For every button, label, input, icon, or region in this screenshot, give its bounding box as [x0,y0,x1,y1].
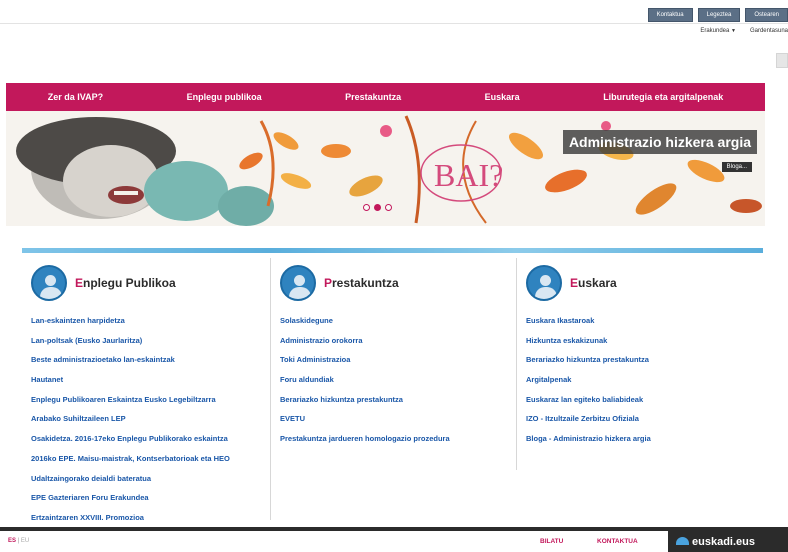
carousel-dot-active[interactable] [374,204,381,211]
list-item[interactable]: EPE Gazteriaren Foru Erakundea [31,488,269,508]
banner-title[interactable]: Administrazio hizkera argia [562,130,757,154]
column-header: Prestakuntza [280,260,515,306]
nav-item-about[interactable]: Zer da IVAP? [48,92,103,102]
column-title[interactable]: Prestakuntza [324,276,399,290]
column-title[interactable]: Euskara [570,276,617,290]
link-list: Euskara Ikastaroak Hizkuntza eskakizunak… [526,311,761,449]
column-header: Enplegu Publikoa [31,260,269,306]
link-list: Solaskidegune Administrazio orokorra Tok… [280,311,515,449]
carousel-dot[interactable] [363,204,370,211]
main-nav: Zer da IVAP? Enplegu publikoa Prestakunt… [6,83,765,111]
caret-down-icon: ▼ [731,28,736,34]
list-item[interactable]: Berariazko hizkuntza prestakuntza [280,390,515,410]
banner-word: BAI? [434,157,503,193]
link-list: Lan-eskaintzen harpidetza Lan-poltsak (E… [31,311,269,528]
nav-item-public-employment[interactable]: Enplegu publikoa [187,92,262,102]
search-link[interactable]: BILATU [540,538,563,545]
person-icon [280,265,316,301]
list-item[interactable]: Euskara Ikastaroak [526,311,761,331]
other-top-button[interactable]: Ostearen [745,8,788,22]
list-item[interactable]: 2016ko EPE. Maisu-maistrak, Kontserbator… [31,449,269,469]
lang-current[interactable]: ES [8,538,16,544]
list-item[interactable]: EVETU [280,409,515,429]
carousel-dots [363,204,392,211]
list-item[interactable]: Solaskidegune [280,311,515,331]
carousel-dot[interactable] [385,204,392,211]
column-header: Euskara [526,260,761,306]
organization-link[interactable]: Erakundea ▼ [700,28,736,34]
top-links: Erakundea ▼ Gardentasuna [700,28,788,34]
euskadi-logo-icon [676,537,689,545]
footer-bar: ES | EU BILATU KONTAKTUA euskadi.eus [0,531,788,552]
top-utility-buttons: Kontaktua Legeztea Ostearen [647,8,788,22]
person-icon [31,265,67,301]
nav-item-basque[interactable]: Euskara [485,92,520,102]
list-item[interactable]: Ertzaintzaren XXVIII. Promozioa [31,508,269,528]
list-item[interactable]: Foru aldundiak [280,370,515,390]
list-item[interactable]: Berariazko hizkuntza prestakuntza [526,350,761,370]
list-item[interactable]: Udaltzaingorako deialdi bateratua [31,469,269,489]
list-item[interactable]: Beste administrazioetako lan-eskaintzak [31,350,269,370]
list-item[interactable]: Prestakuntza jardueren homologazio proze… [280,429,515,449]
list-item[interactable]: Osakidetza. 2016-17eko Enplegu Publikora… [31,429,269,449]
column-divider [270,258,271,520]
column-title[interactable]: Enplegu Publikoa [75,276,176,290]
contact-link[interactable]: KONTAKTUA [597,538,638,545]
search-box-edge[interactable] [776,53,788,68]
column-divider [516,258,517,470]
list-item[interactable]: Hautanet [31,370,269,390]
nav-item-library[interactable]: Liburutegia eta argitalpenak [603,92,723,102]
hero-banner[interactable]: BAI? Administrazio hizkera argia Bloga..… [6,111,765,226]
list-item[interactable]: Toki Administrazioa [280,350,515,370]
banner-more-button[interactable]: Bloga... [721,162,752,172]
decorative-stripe [22,248,763,253]
top-divider [0,23,788,24]
column-basque: Euskara Euskara Ikastaroak Hizkuntza esk… [526,260,761,449]
list-item[interactable]: Arabako Suhiltzaileen LEP [31,409,269,429]
column-public-employment: Enplegu Publikoa Lan-eskaintzen harpidet… [31,260,269,528]
list-item[interactable]: Bloga - Administrazio hizkera argia [526,429,761,449]
euskadi-logo[interactable]: euskadi.eus [668,531,788,552]
nav-item-training[interactable]: Prestakuntza [345,92,401,102]
list-item[interactable]: Hizkuntza eskakizunak [526,331,761,351]
list-item[interactable]: Lan-poltsak (Eusko Jaurlaritza) [31,331,269,351]
lang-other[interactable]: EU [21,538,29,544]
list-item[interactable]: IZO - Itzultzaile Zerbitzu Ofiziala [526,409,761,429]
column-training: Prestakuntza Solaskidegune Administrazio… [280,260,515,449]
list-item[interactable]: Euskaraz lan egiteko baliabideak [526,390,761,410]
legal-top-button[interactable]: Legeztea [697,8,741,22]
list-item[interactable]: Lan-eskaintzen harpidetza [31,311,269,331]
transparency-link[interactable]: Gardentasuna [750,28,788,34]
list-item[interactable]: Administrazio orokorra [280,331,515,351]
contact-top-button[interactable]: Kontaktua [647,8,693,22]
list-item[interactable]: Enplegu Publikoaren Eskaintza Eusko Lege… [31,390,269,410]
language-switcher: ES | EU [8,538,30,544]
person-icon [526,265,562,301]
list-item[interactable]: Argitalpenak [526,370,761,390]
